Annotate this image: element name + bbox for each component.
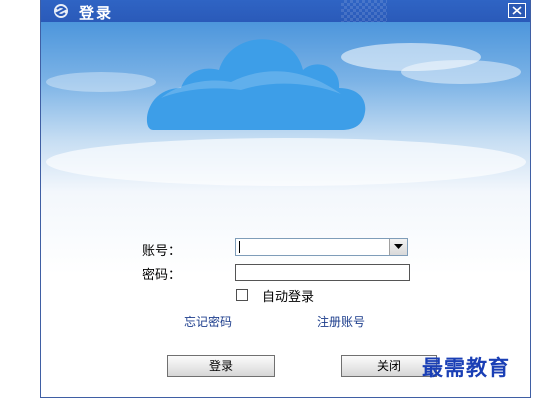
watermark-text: 最需教育 [422,355,510,380]
login-button[interactable]: 登录 [167,355,275,377]
title-bar-pattern [341,0,387,22]
window-close-button[interactable] [508,3,526,18]
login-window: 登录 账号： 密码： 自动登录 忘记密码 注册账号 登录 关闭 [40,0,531,398]
account-dropdown-button[interactable] [389,239,407,255]
account-label: 账号： [142,244,182,259]
close-icon [512,6,522,15]
register-account-link[interactable]: 注册账号 [317,313,365,330]
chevron-down-icon [394,244,403,249]
background-cloud [46,138,526,186]
account-combobox[interactable] [235,238,408,256]
password-label: 密码： [142,268,182,283]
auto-login-checkbox[interactable] [236,289,248,301]
title-bar: 登录 [41,0,530,22]
text-caret [239,241,240,253]
app-logo-icon [53,3,69,19]
auto-login-label[interactable]: 自动登录 [262,286,314,305]
window-title: 登录 [79,4,114,22]
password-field[interactable] [235,264,410,281]
cloud-logo-icon [146,39,366,131]
background-cloud [46,72,156,92]
background-cloud [401,60,521,84]
forgot-password-link[interactable]: 忘记密码 [184,313,232,330]
banner-artwork [46,39,526,186]
